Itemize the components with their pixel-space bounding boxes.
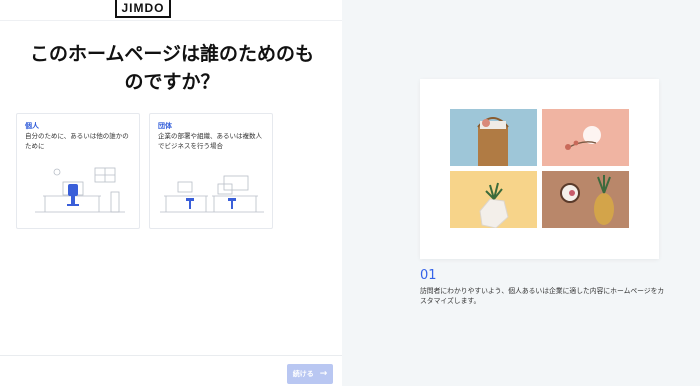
option-description: 企業の部署や組織、あるいは複数人でビジネスを行う場合 — [158, 132, 262, 150]
footer-divider — [0, 355, 342, 356]
succulent-photo — [450, 171, 537, 228]
option-card-individual[interactable]: 個人 自分のために、あるいは他の誰かのために — [16, 113, 140, 229]
left-panel: JIMDO このホームページは誰のためのものですか？ 個人 自分のために、あるい… — [0, 0, 342, 386]
preview-card — [420, 79, 659, 259]
individual-desk-icon — [35, 167, 125, 213]
option-description: 自分のために、あるいは他の誰かのために — [25, 132, 129, 150]
page-title: このホームページは誰のためのものですか？ — [29, 43, 315, 93]
option-title: 団体 — [158, 122, 172, 130]
continue-button-label: 続ける — [292, 370, 314, 378]
arrow-right-icon: → — [319, 369, 328, 379]
flowers-photo — [542, 109, 629, 166]
basket-photo — [450, 109, 537, 166]
option-card-team[interactable]: 団体 企業の部署や組織、あるいは複数人でビジネスを行う場合 — [149, 113, 273, 229]
right-panel: 01 訪問者にわかりやすいよう、個人あるいは企業に適した内容にホームページをカス… — [342, 0, 700, 386]
option-title: 個人 — [25, 122, 39, 130]
jimdo-logo[interactable]: JIMDO — [115, 0, 171, 18]
header-divider — [0, 20, 342, 21]
step-description: 訪問者にわかりやすいよう、個人あるいは企業に適した内容にホームページをカスタマイ… — [420, 287, 665, 305]
step-number: 01 — [420, 268, 437, 283]
coconut-pineapple-photo — [542, 171, 629, 228]
team-desk-icon — [160, 175, 264, 213]
continue-button[interactable]: 続ける → — [287, 364, 333, 384]
